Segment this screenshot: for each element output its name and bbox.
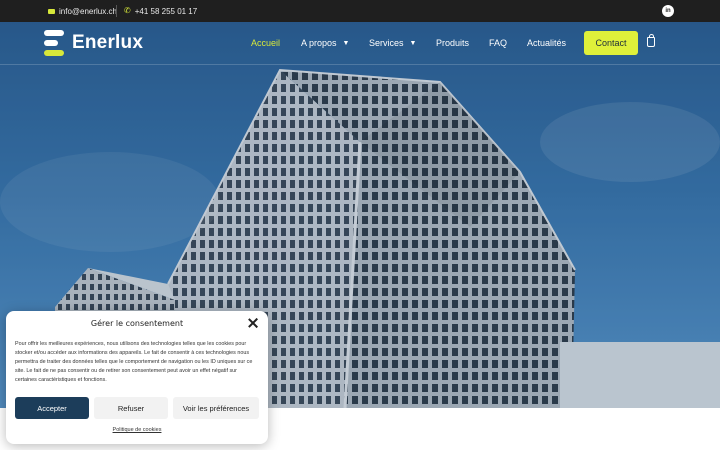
accept-button[interactable]: Accepter [15, 397, 89, 419]
nav-actualites[interactable]: Actualités [527, 34, 566, 52]
top-bar: info@enerlux.ch ✆ +41 58 255 01 17 in [0, 0, 720, 22]
nav-label: Services [369, 38, 404, 48]
mail-icon [48, 8, 55, 14]
chevron-down-icon: ▼ [342, 39, 350, 47]
nav-accueil[interactable]: Accueil [251, 34, 280, 52]
cookie-consent-modal: Gérer le consentement Pour offrir les me… [6, 311, 268, 444]
consent-text: Pour offrir les meilleures expériences, … [15, 341, 253, 383]
shopping-bag-icon[interactable] [647, 34, 655, 47]
preferences-button[interactable]: Voir les préférences [173, 397, 259, 419]
refuse-button[interactable]: Refuser [94, 397, 168, 419]
chevron-down-icon: ▼ [409, 39, 417, 47]
email-link[interactable]: info@enerlux.ch [48, 0, 117, 22]
nav-a-propos[interactable]: A propos ▼ [301, 34, 349, 52]
nav-label: Accueil [251, 38, 281, 48]
nav-faq[interactable]: FAQ [489, 34, 507, 52]
logo-text: Enerlux [72, 32, 144, 53]
nav-produits[interactable]: Produits [436, 34, 469, 52]
phone-text: +41 58 255 01 17 [134, 6, 198, 16]
consent-title: Gérer le consentement [90, 319, 184, 328]
nav-label: Actualités [527, 38, 567, 48]
close-icon[interactable] [247, 317, 259, 329]
cookie-policy-link[interactable]: Politique de cookies [6, 427, 268, 433]
logo-icon [44, 30, 66, 56]
nav-label: FAQ [489, 38, 508, 48]
nav-label: Produits [436, 38, 470, 48]
phone-icon: ✆ [124, 6, 131, 15]
topbar-divider [116, 5, 117, 17]
contact-button[interactable]: Contact [584, 31, 638, 55]
email-text: info@enerlux.ch [59, 6, 117, 16]
header-divider [0, 64, 720, 65]
linkedin-icon[interactable]: in [662, 5, 674, 17]
site-logo[interactable]: Enerlux [44, 30, 143, 56]
nav-services[interactable]: Services ▼ [369, 34, 416, 52]
nav-label: A propos [301, 38, 337, 48]
phone-link[interactable]: ✆ +41 58 255 01 17 [124, 0, 197, 22]
